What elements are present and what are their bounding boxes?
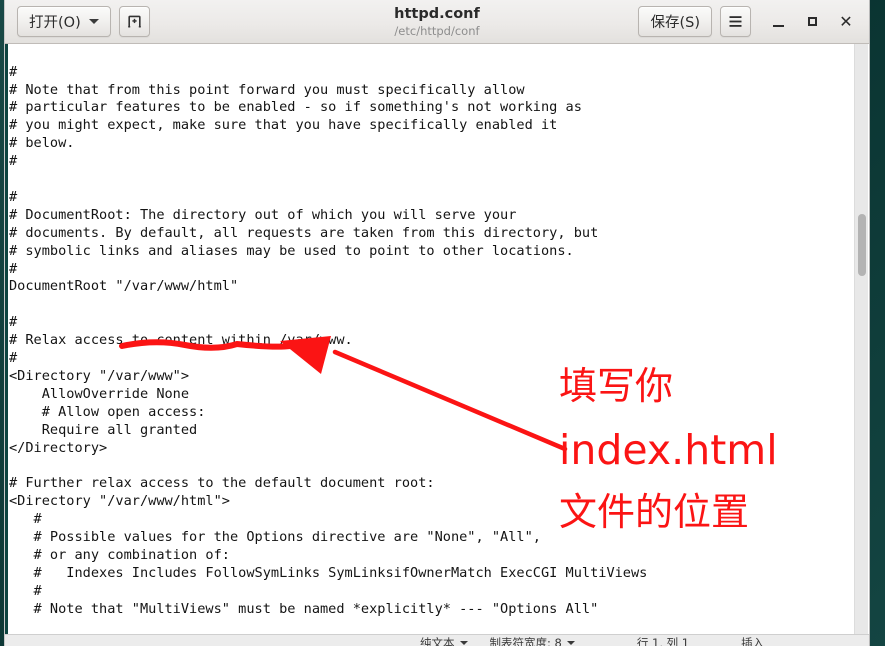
open-file-button[interactable]: 打开(O) — [17, 6, 111, 37]
close-icon: ✕ — [839, 11, 853, 31]
language-label: 纯文本 — [420, 636, 455, 646]
tab-width-label: 制表符宽度: 8 — [489, 636, 562, 646]
status-bar: 纯文本 制表符宽度: 8 行 1, 列 1 插入 — [5, 634, 869, 646]
cursor-position-label: 行 1, 列 1 — [636, 636, 690, 646]
window-header-bar: 打开(O) httpd.conf /etc/httpd/conf 保存(S) ✕ — [5, 0, 869, 44]
main-menu-button[interactable] — [720, 6, 751, 37]
tab-width-selector[interactable]: 制表符宽度: 8 — [490, 635, 575, 646]
editor-left-edge — [5, 44, 8, 634]
maximize-button[interactable] — [795, 2, 829, 42]
save-button[interactable]: 保存(S) — [638, 6, 712, 37]
chevron-down-icon — [566, 641, 575, 645]
chevron-down-icon — [459, 641, 468, 645]
language-selector[interactable]: 纯文本 — [420, 635, 468, 646]
chevron-down-icon — [88, 19, 99, 24]
hamburger-menu-icon — [729, 16, 742, 27]
open-file-label: 打开(O) — [29, 15, 81, 31]
new-document-button[interactable] — [118, 6, 150, 37]
minimize-icon — [772, 24, 784, 27]
editor-area[interactable]: # # Note that from this point forward yo… — [5, 44, 869, 634]
maximize-icon — [807, 17, 817, 26]
vertical-scrollbar-thumb[interactable] — [858, 214, 866, 276]
gedit-window: 打开(O) httpd.conf /etc/httpd/conf 保存(S) ✕… — [4, 0, 870, 646]
cursor-position: 行 1, 列 1 — [637, 635, 689, 646]
header-right-controls: 保存(S) ✕ — [638, 2, 863, 42]
vertical-scrollbar[interactable] — [854, 44, 868, 634]
insert-mode-indicator: 插入 — [741, 635, 764, 646]
save-label: 保存(S) — [650, 15, 700, 31]
minimize-button[interactable] — [761, 2, 795, 42]
new-document-icon — [127, 15, 141, 28]
insert-mode-label: 插入 — [741, 636, 765, 646]
text-editor-content[interactable]: # # Note that from this point forward yo… — [9, 64, 847, 621]
window-title: httpd.conf — [394, 5, 480, 22]
close-button[interactable]: ✕ — [829, 2, 863, 42]
window-subtitle-path: /etc/httpd/conf — [394, 23, 480, 38]
